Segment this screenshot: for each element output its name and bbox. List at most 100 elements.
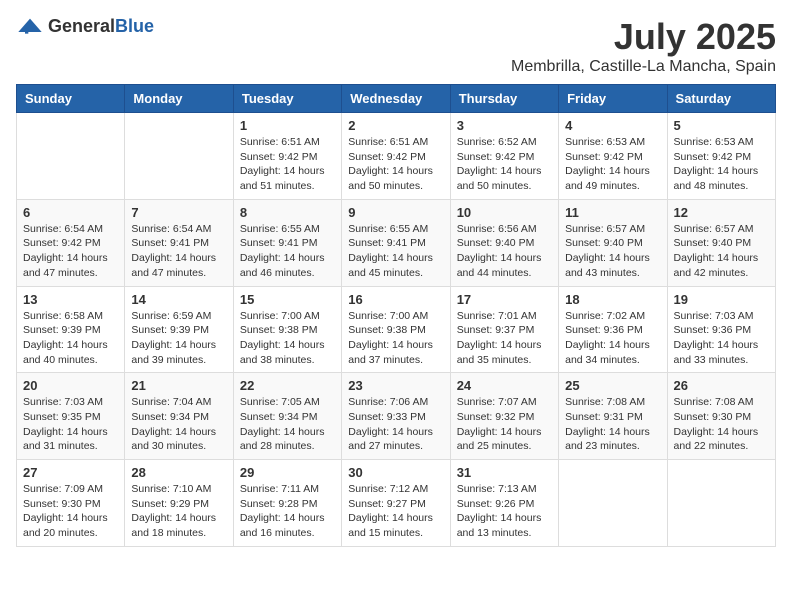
- day-info: Sunrise: 6:54 AMSunset: 9:42 PMDaylight:…: [23, 222, 118, 281]
- day-info: Sunrise: 6:58 AMSunset: 9:39 PMDaylight:…: [23, 309, 118, 368]
- day-info: Sunrise: 6:53 AMSunset: 9:42 PMDaylight:…: [565, 135, 660, 194]
- day-info: Sunrise: 7:00 AMSunset: 9:38 PMDaylight:…: [348, 309, 443, 368]
- day-info: Sunrise: 7:07 AMSunset: 9:32 PMDaylight:…: [457, 395, 552, 454]
- calendar-week-1: 1 Sunrise: 6:51 AMSunset: 9:42 PMDaylight…: [17, 113, 776, 200]
- header-day-monday: Monday: [125, 85, 233, 113]
- day-info: Sunrise: 7:03 AMSunset: 9:35 PMDaylight:…: [23, 395, 118, 454]
- day-number: 11: [565, 205, 660, 220]
- calendar-cell: 11Sunrise: 6:57 AMSunset: 9:40 PMDayligh…: [559, 199, 667, 286]
- calendar-cell: 19Sunrise: 7:03 AMSunset: 9:36 PMDayligh…: [667, 286, 775, 373]
- day-number: 27: [23, 465, 118, 480]
- calendar-cell: 17Sunrise: 7:01 AMSunset: 9:37 PMDayligh…: [450, 286, 558, 373]
- calendar-cell: 4 Sunrise: 6:53 AMSunset: 9:42 PMDaylight…: [559, 113, 667, 200]
- calendar-cell: 6 Sunrise: 6:54 AMSunset: 9:42 PMDaylight…: [17, 199, 125, 286]
- calendar-cell: [559, 460, 667, 547]
- day-info: Sunrise: 7:08 AMSunset: 9:31 PMDaylight:…: [565, 395, 660, 454]
- header-day-thursday: Thursday: [450, 85, 558, 113]
- day-number: 20: [23, 378, 118, 393]
- calendar-cell: 1 Sunrise: 6:51 AMSunset: 9:42 PMDaylight…: [233, 113, 341, 200]
- calendar-body: 1 Sunrise: 6:51 AMSunset: 9:42 PMDaylight…: [17, 113, 776, 547]
- calendar-cell: [17, 113, 125, 200]
- day-number: 30: [348, 465, 443, 480]
- day-info: Sunrise: 6:52 AMSunset: 9:42 PMDaylight:…: [457, 135, 552, 194]
- day-info: Sunrise: 7:04 AMSunset: 9:34 PMDaylight:…: [131, 395, 226, 454]
- day-info: Sunrise: 6:54 AMSunset: 9:41 PMDaylight:…: [131, 222, 226, 281]
- logo-text: GeneralBlue: [48, 16, 154, 37]
- calendar-cell: 28 Sunrise: 7:10 AMSunset: 9:29 PMDayligh…: [125, 460, 233, 547]
- calendar-cell: [125, 113, 233, 200]
- day-info: Sunrise: 6:55 AMSunset: 9:41 PMDaylight:…: [348, 222, 443, 281]
- calendar-cell: 9Sunrise: 6:55 AMSunset: 9:41 PMDaylight…: [342, 199, 450, 286]
- calendar-week-4: 20 Sunrise: 7:03 AMSunset: 9:35 PMDayligh…: [17, 373, 776, 460]
- header-row: SundayMondayTuesdayWednesdayThursdayFrid…: [17, 85, 776, 113]
- calendar-cell: 23Sunrise: 7:06 AMSunset: 9:33 PMDayligh…: [342, 373, 450, 460]
- day-info: Sunrise: 6:59 AMSunset: 9:39 PMDaylight:…: [131, 309, 226, 368]
- day-number: 1: [240, 118, 335, 133]
- day-number: 31: [457, 465, 552, 480]
- header-day-wednesday: Wednesday: [342, 85, 450, 113]
- calendar-cell: 22 Sunrise: 7:05 AMSunset: 9:34 PMDayligh…: [233, 373, 341, 460]
- header-day-saturday: Saturday: [667, 85, 775, 113]
- calendar-cell: 2 Sunrise: 6:51 AMSunset: 9:42 PMDaylight…: [342, 113, 450, 200]
- day-number: 10: [457, 205, 552, 220]
- calendar-week-2: 6 Sunrise: 6:54 AMSunset: 9:42 PMDaylight…: [17, 199, 776, 286]
- page-header: GeneralBlue July 2025 Membrilla, Castill…: [16, 16, 776, 76]
- calendar-header: SundayMondayTuesdayWednesdayThursdayFrid…: [17, 85, 776, 113]
- calendar-cell: 31 Sunrise: 7:13 AMSunset: 9:26 PMDayligh…: [450, 460, 558, 547]
- day-number: 3: [457, 118, 552, 133]
- header-day-friday: Friday: [559, 85, 667, 113]
- day-info: Sunrise: 6:56 AMSunset: 9:40 PMDaylight:…: [457, 222, 552, 281]
- day-info: Sunrise: 6:51 AMSunset: 9:42 PMDaylight:…: [240, 135, 335, 194]
- logo: GeneralBlue: [16, 16, 154, 37]
- day-info: Sunrise: 7:10 AMSunset: 9:29 PMDaylight:…: [131, 482, 226, 541]
- calendar-cell: 10 Sunrise: 6:56 AMSunset: 9:40 PMDayligh…: [450, 199, 558, 286]
- calendar-cell: 24 Sunrise: 7:07 AMSunset: 9:32 PMDayligh…: [450, 373, 558, 460]
- day-info: Sunrise: 7:01 AMSunset: 9:37 PMDaylight:…: [457, 309, 552, 368]
- header-day-sunday: Sunday: [17, 85, 125, 113]
- day-number: 18: [565, 292, 660, 307]
- day-info: Sunrise: 7:05 AMSunset: 9:34 PMDaylight:…: [240, 395, 335, 454]
- calendar-cell: 5Sunrise: 6:53 AMSunset: 9:42 PMDaylight…: [667, 113, 775, 200]
- day-info: Sunrise: 6:53 AMSunset: 9:42 PMDaylight:…: [674, 135, 769, 194]
- logo-icon: [16, 17, 44, 37]
- subtitle: Membrilla, Castille-La Mancha, Spain: [511, 58, 776, 76]
- calendar-cell: 25Sunrise: 7:08 AMSunset: 9:31 PMDayligh…: [559, 373, 667, 460]
- calendar-cell: 15Sunrise: 7:00 AMSunset: 9:38 PMDayligh…: [233, 286, 341, 373]
- day-number: 14: [131, 292, 226, 307]
- day-number: 23: [348, 378, 443, 393]
- day-number: 7: [131, 205, 226, 220]
- day-number: 13: [23, 292, 118, 307]
- day-number: 4: [565, 118, 660, 133]
- calendar-cell: 18 Sunrise: 7:02 AMSunset: 9:36 PMDayligh…: [559, 286, 667, 373]
- day-info: Sunrise: 7:02 AMSunset: 9:36 PMDaylight:…: [565, 309, 660, 368]
- day-info: Sunrise: 7:13 AMSunset: 9:26 PMDaylight:…: [457, 482, 552, 541]
- day-info: Sunrise: 7:08 AMSunset: 9:30 PMDaylight:…: [674, 395, 769, 454]
- calendar-cell: 13 Sunrise: 6:58 AMSunset: 9:39 PMDayligh…: [17, 286, 125, 373]
- calendar-cell: 20 Sunrise: 7:03 AMSunset: 9:35 PMDayligh…: [17, 373, 125, 460]
- calendar-cell: 27Sunrise: 7:09 AMSunset: 9:30 PMDayligh…: [17, 460, 125, 547]
- calendar-cell: 7 Sunrise: 6:54 AMSunset: 9:41 PMDaylight…: [125, 199, 233, 286]
- day-number: 22: [240, 378, 335, 393]
- calendar-cell: 16Sunrise: 7:00 AMSunset: 9:38 PMDayligh…: [342, 286, 450, 373]
- day-number: 8: [240, 205, 335, 220]
- calendar-cell: 8 Sunrise: 6:55 AMSunset: 9:41 PMDaylight…: [233, 199, 341, 286]
- day-info: Sunrise: 7:03 AMSunset: 9:36 PMDaylight:…: [674, 309, 769, 368]
- calendar-cell: 14 Sunrise: 6:59 AMSunset: 9:39 PMDayligh…: [125, 286, 233, 373]
- day-number: 2: [348, 118, 443, 133]
- main-title: July 2025: [511, 16, 776, 58]
- day-number: 29: [240, 465, 335, 480]
- day-info: Sunrise: 6:55 AMSunset: 9:41 PMDaylight:…: [240, 222, 335, 281]
- title-block: July 2025 Membrilla, Castille-La Mancha,…: [511, 16, 776, 76]
- calendar-cell: 3 Sunrise: 6:52 AMSunset: 9:42 PMDaylight…: [450, 113, 558, 200]
- calendar-week-3: 13 Sunrise: 6:58 AMSunset: 9:39 PMDayligh…: [17, 286, 776, 373]
- calendar-cell: 21Sunrise: 7:04 AMSunset: 9:34 PMDayligh…: [125, 373, 233, 460]
- day-info: Sunrise: 6:57 AMSunset: 9:40 PMDaylight:…: [674, 222, 769, 281]
- day-info: Sunrise: 7:12 AMSunset: 9:27 PMDaylight:…: [348, 482, 443, 541]
- day-number: 6: [23, 205, 118, 220]
- calendar-cell: 12Sunrise: 6:57 AMSunset: 9:40 PMDayligh…: [667, 199, 775, 286]
- day-info: Sunrise: 6:51 AMSunset: 9:42 PMDaylight:…: [348, 135, 443, 194]
- calendar-cell: 26Sunrise: 7:08 AMSunset: 9:30 PMDayligh…: [667, 373, 775, 460]
- day-number: 24: [457, 378, 552, 393]
- calendar-table: SundayMondayTuesdayWednesdayThursdayFrid…: [16, 84, 776, 547]
- day-number: 28: [131, 465, 226, 480]
